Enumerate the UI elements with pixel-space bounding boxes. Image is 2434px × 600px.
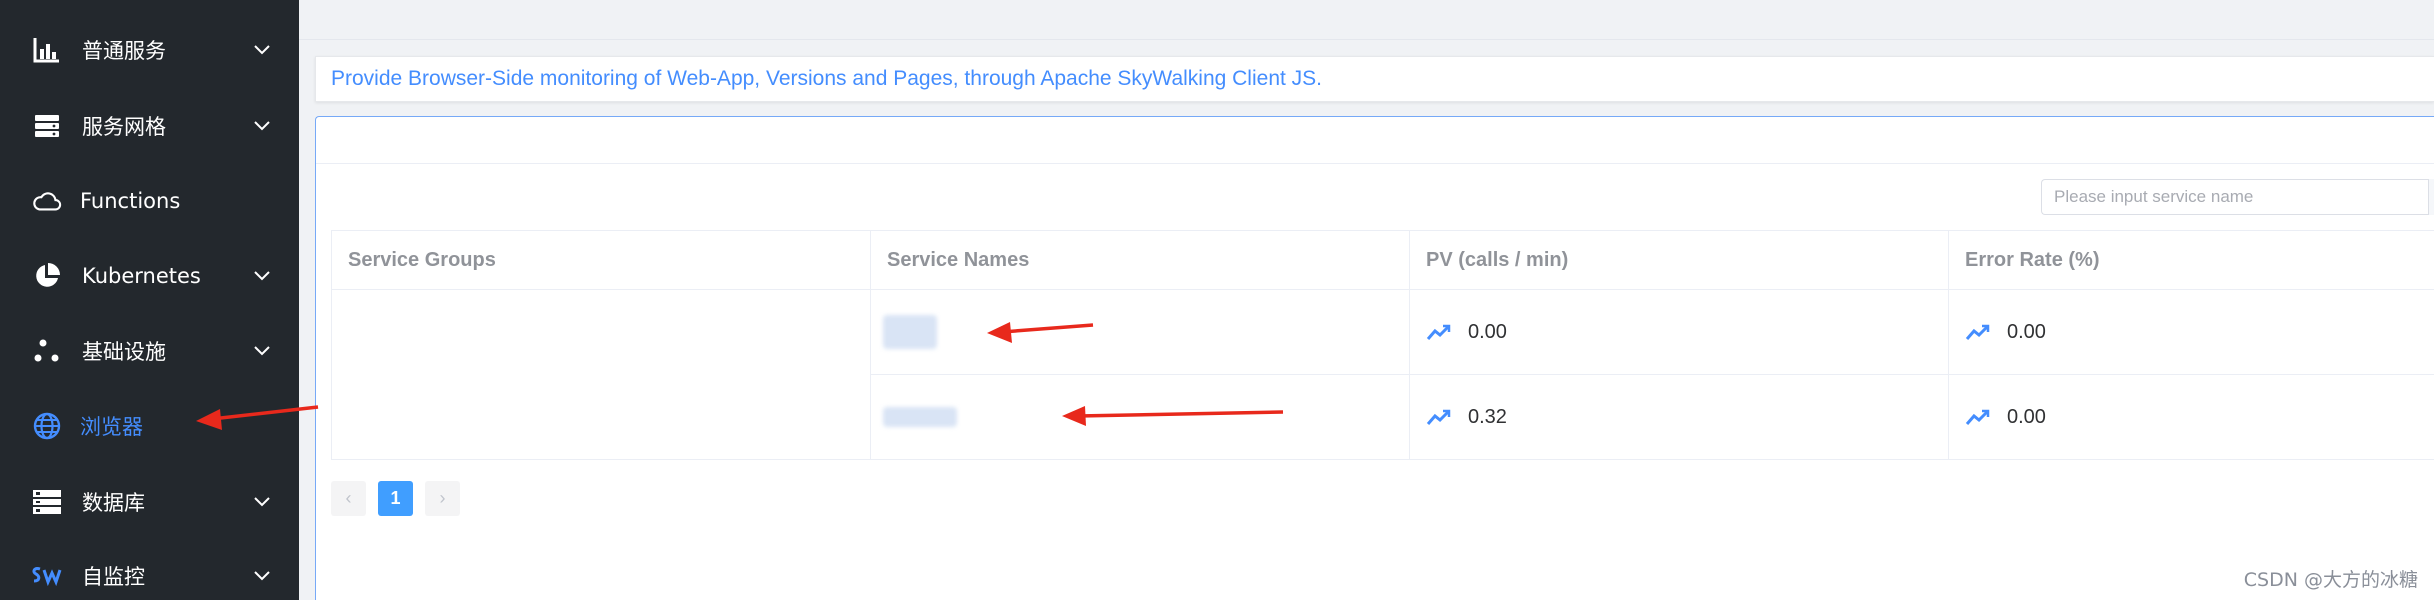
watermark: CSDN @大方的冰糖 bbox=[2243, 569, 2418, 591]
prev-page-button[interactable]: ‹ bbox=[331, 481, 366, 516]
chevron-down-icon bbox=[254, 44, 270, 54]
top-bar bbox=[299, 0, 2434, 40]
error-rate-cell[interactable]: 0.00 bbox=[1948, 374, 2434, 460]
error-rate-value: 0.00 bbox=[2007, 405, 2046, 428]
sidebar-item-label: Kubernetes bbox=[82, 263, 201, 288]
chevron-down-icon bbox=[254, 496, 270, 506]
sidebar-item-label: 服务网格 bbox=[82, 114, 166, 139]
trend-chart-icon[interactable] bbox=[1965, 408, 1991, 426]
pv-cell[interactable]: 0.32 bbox=[1409, 374, 1949, 460]
page-number-button[interactable]: 1 bbox=[378, 481, 413, 516]
pv-value: 0.32 bbox=[1468, 405, 1507, 428]
chevron-down-icon bbox=[254, 120, 270, 130]
services-table: Service Groups Service Names PV (calls /… bbox=[331, 230, 2434, 460]
sidebar-item-database[interactable]: 数据库 bbox=[0, 464, 299, 539]
column-header-pv[interactable]: PV (calls / min) bbox=[1409, 230, 1949, 290]
sidebar-item-label: 浏览器 bbox=[80, 414, 143, 439]
sidebar-item-label: 普通服务 bbox=[82, 38, 166, 63]
pv-value: 0.00 bbox=[1468, 320, 1507, 343]
redacted-service-name bbox=[883, 407, 957, 428]
trend-chart-icon[interactable] bbox=[1965, 323, 1991, 341]
column-header-error-rate[interactable]: Error Rate (%) bbox=[1948, 230, 2434, 290]
next-page-button[interactable]: › bbox=[425, 481, 460, 516]
bar-chart-icon bbox=[32, 35, 62, 65]
table-row: 0.00 0.00 bbox=[331, 289, 2434, 460]
page-description: Provide Browser-Side monitoring of Web-A… bbox=[315, 56, 2434, 102]
globe-icon bbox=[32, 411, 62, 441]
sidebar-item-label: Functions bbox=[80, 188, 181, 213]
trend-chart-icon[interactable] bbox=[1426, 408, 1452, 426]
search-button[interactable] bbox=[2428, 179, 2434, 215]
nodes-icon bbox=[32, 336, 62, 366]
sidebar-item-label: 数据库 bbox=[82, 490, 145, 515]
sidebar-item-label: 基础设施 bbox=[82, 339, 166, 364]
chevron-down-icon bbox=[254, 345, 270, 355]
column-header-service-names[interactable]: Service Names bbox=[870, 230, 1410, 290]
sidebar-item-functions[interactable]: Functions bbox=[0, 163, 299, 238]
search-input[interactable] bbox=[2041, 179, 2434, 215]
service-name-cell[interactable] bbox=[870, 289, 1410, 375]
sidebar-item-browser[interactable]: 浏览器 bbox=[0, 388, 299, 463]
pv-cell[interactable]: 0.00 bbox=[1409, 289, 1949, 375]
chevron-down-icon bbox=[254, 570, 270, 580]
sidebar-item-label: 自监控 bbox=[82, 564, 145, 589]
redacted-service-name bbox=[883, 315, 937, 349]
skywalking-logo-icon bbox=[29, 561, 65, 591]
sidebar-item-infrastructure[interactable]: 基础设施 bbox=[0, 313, 299, 388]
column-header-service-groups[interactable]: Service Groups bbox=[331, 230, 871, 290]
sidebar-item-kubernetes[interactable]: Kubernetes bbox=[0, 238, 299, 313]
cloud-icon bbox=[32, 186, 62, 216]
table-header-row: Service Groups Service Names PV (calls /… bbox=[331, 230, 2434, 290]
server-stack-icon bbox=[32, 111, 62, 141]
chevron-down-icon bbox=[254, 270, 270, 280]
error-rate-cell[interactable]: 0.00 bbox=[1948, 289, 2434, 375]
description-text: Provide Browser-Side monitoring of Web-A… bbox=[331, 67, 1323, 90]
trend-chart-icon[interactable] bbox=[1426, 323, 1452, 341]
panel-header bbox=[316, 117, 2434, 164]
sidebar-item-self-observability[interactable]: 自监控 bbox=[0, 538, 299, 600]
pagination: ‹ 1 › bbox=[331, 481, 460, 516]
sidebar-item-service-mesh[interactable]: 服务网格 bbox=[0, 88, 299, 163]
service-name-cell[interactable] bbox=[870, 374, 1410, 460]
service-group-cell bbox=[331, 289, 871, 460]
error-rate-value: 0.00 bbox=[2007, 320, 2046, 343]
database-icon bbox=[32, 487, 62, 517]
pie-chart-icon bbox=[32, 261, 62, 291]
sidebar: 普通服务 服务网格 Functions Kubernetes 基础设施 浏览器 bbox=[0, 0, 299, 600]
sidebar-item-general-services[interactable]: 普通服务 bbox=[0, 12, 299, 87]
